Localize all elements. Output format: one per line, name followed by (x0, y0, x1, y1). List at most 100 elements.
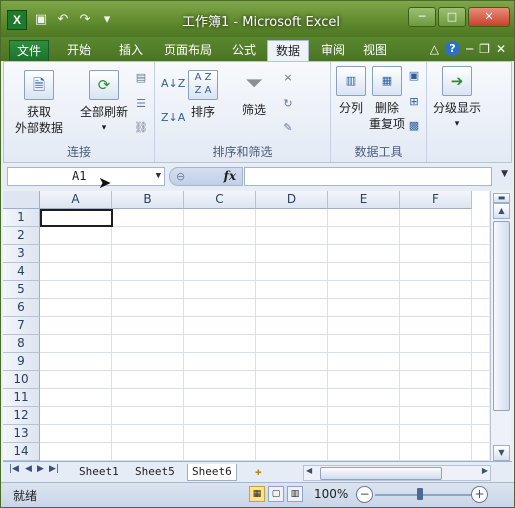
sheet-tab-sheet1[interactable]: Sheet1 (75, 464, 123, 480)
sheet-tab-sheet6[interactable]: Sheet6 (187, 464, 237, 481)
refresh-all-button[interactable]: ⟳ 全部刷新 ▾ (76, 70, 132, 136)
advanced-filter-icon[interactable]: ✎ (279, 120, 297, 136)
row-header-6[interactable]: 6 (3, 299, 40, 317)
formula-input[interactable] (244, 167, 492, 186)
column-header-e[interactable]: E (328, 191, 400, 209)
column-header-a[interactable]: A (40, 191, 112, 209)
tab-page-layout[interactable]: 页面布局 (156, 40, 220, 61)
prev-sheet-icon[interactable]: ◀ (25, 464, 32, 474)
sort-button[interactable]: A ZZ A 排序 (185, 70, 221, 120)
row-header-11[interactable]: 11 (3, 389, 40, 407)
row-header-1[interactable]: 1 (3, 209, 40, 227)
tab-data[interactable]: 数据 (267, 40, 310, 62)
reapply-icon[interactable]: ↻ (279, 96, 297, 112)
column-header-f[interactable]: F (400, 191, 472, 209)
what-if-icon[interactable]: ▩ (405, 118, 423, 134)
row-header-3[interactable]: 3 (3, 245, 40, 263)
restore-workbook-icon[interactable]: ❐ (479, 42, 490, 56)
close-workbook-icon[interactable]: ✕ (496, 42, 506, 56)
help-area: △ ? ─ ❐ ✕ (430, 41, 506, 56)
tab-formulas[interactable]: 公式 (224, 40, 264, 61)
scroll-right-icon[interactable]: ▶ (482, 466, 488, 475)
tab-insert[interactable]: 插入 (111, 40, 151, 61)
next-sheet-icon[interactable]: ▶ (37, 464, 44, 474)
tab-file[interactable]: 文件 (9, 40, 49, 62)
zoom-level[interactable]: 100% (314, 487, 348, 501)
scroll-up-icon[interactable]: ▲ (493, 203, 510, 219)
zoom-in-icon[interactable]: + (471, 486, 488, 503)
vertical-scroll-thumb[interactable] (493, 221, 510, 411)
tab-view[interactable]: 视图 (355, 40, 395, 61)
redo-icon[interactable]: ↷ (77, 12, 93, 28)
zoom-slider-thumb[interactable] (417, 488, 423, 500)
refresh-icon: ⟳ (89, 70, 119, 100)
outline-button[interactable]: ➔ 分级显示 ▾ (429, 66, 485, 132)
clear-filter-icon[interactable]: ⨯ (279, 70, 297, 86)
page-break-view-icon[interactable]: ▥ (287, 486, 303, 502)
minimize-workbook-icon[interactable]: ─ (466, 42, 473, 56)
customize-qat-icon[interactable]: ▾ (99, 12, 115, 28)
outline-dropdown-icon[interactable]: ▾ (429, 116, 485, 132)
excel-logo-icon[interactable]: X (7, 10, 27, 30)
select-all-corner[interactable] (3, 191, 40, 209)
zoom-slider[interactable] (375, 494, 471, 496)
column-header-d[interactable]: D (256, 191, 328, 209)
row-header-13[interactable]: 13 (3, 425, 40, 443)
sheet-tab-sheet5[interactable]: Sheet5 (131, 464, 179, 480)
sort-z-a-icon[interactable]: Z↓A (161, 110, 185, 126)
insert-sheet-icon[interactable]: ✚ (251, 464, 266, 480)
filter-button[interactable]: ⏷ 筛选 (235, 70, 273, 118)
consolidate-icon[interactable]: ⊞ (405, 94, 423, 110)
row-header-12[interactable]: 12 (3, 407, 40, 425)
row-header-5[interactable]: 5 (3, 281, 40, 299)
row-header-4[interactable]: 4 (3, 263, 40, 281)
insert-function-icon[interactable]: fx (224, 168, 236, 185)
edit-links-icon[interactable]: ⛓ (132, 120, 150, 136)
scroll-down-icon[interactable]: ▼ (493, 445, 510, 461)
row-header-2[interactable]: 2 (3, 227, 40, 245)
scroll-left-icon[interactable]: ◀ (306, 466, 312, 475)
undo-icon[interactable]: ↶ (55, 12, 71, 28)
name-box[interactable]: A1 ▼ (7, 167, 165, 186)
text-to-columns-button[interactable]: ▥ 分列 (333, 66, 369, 116)
column-header-b[interactable]: B (112, 191, 184, 209)
connections-icon[interactable]: ▤ (132, 70, 150, 86)
row-header-7[interactable]: 7 (3, 317, 40, 335)
row-gridline (40, 244, 489, 245)
row-header-9[interactable]: 9 (3, 353, 40, 371)
remove-duplicates-button[interactable]: ▦ 删除 重复项 (367, 66, 407, 132)
sort-a-z-icon[interactable]: A↓Z (161, 76, 185, 92)
last-sheet-icon[interactable]: ▶| (49, 464, 59, 474)
collapse-ribbon-icon[interactable]: △ (430, 42, 439, 56)
name-box-dropdown-icon[interactable]: ▼ (156, 168, 161, 185)
worksheet-grid[interactable]: ABCDEF 1 2 3 4 5 6 7 8 9 10 11 12 13 14 (3, 191, 489, 461)
column-header-c[interactable]: C (184, 191, 256, 209)
properties-icon[interactable]: ☰ (132, 96, 150, 112)
row-header-14[interactable]: 14 (3, 443, 40, 461)
data-validation-icon[interactable]: ▣ (405, 68, 423, 84)
first-sheet-icon[interactable]: |◀ (9, 464, 19, 474)
remove-duplicates-label-2: 重复项 (368, 117, 405, 131)
tab-home[interactable]: 开始 (59, 40, 99, 61)
minimize-button[interactable]: ─ (408, 7, 436, 27)
maximize-button[interactable]: □ (438, 7, 466, 27)
formula-bar-dots-icon[interactable]: ⊖ (176, 168, 185, 185)
row-header-10[interactable]: 10 (3, 371, 40, 389)
tab-review[interactable]: 审阅 (313, 40, 353, 61)
horizontal-scroll-thumb[interactable] (320, 467, 442, 480)
zoom-out-icon[interactable]: − (356, 486, 373, 503)
refresh-dropdown-icon[interactable]: ▾ (76, 120, 132, 136)
normal-view-icon[interactable]: ▦ (249, 486, 265, 502)
vertical-scrollbar[interactable]: ▬ ▲ ▼ (490, 191, 511, 461)
horizontal-scrollbar[interactable]: ◀ ▶ (303, 465, 491, 481)
expand-formula-bar-icon[interactable]: ▼ (501, 169, 508, 179)
selected-cell-a1[interactable] (40, 209, 113, 227)
get-external-data-button[interactable]: 🗎 获取 外部数据 (8, 70, 70, 136)
save-icon[interactable]: ▣ (33, 12, 49, 28)
close-button[interactable]: ✕ (468, 7, 510, 27)
split-box-icon[interactable]: ▬ (493, 193, 510, 203)
row-header-8[interactable]: 8 (3, 335, 40, 353)
text-to-columns-label: 分列 (338, 101, 363, 115)
page-layout-view-icon[interactable]: ▢ (268, 486, 284, 502)
help-icon[interactable]: ? (444, 41, 460, 56)
